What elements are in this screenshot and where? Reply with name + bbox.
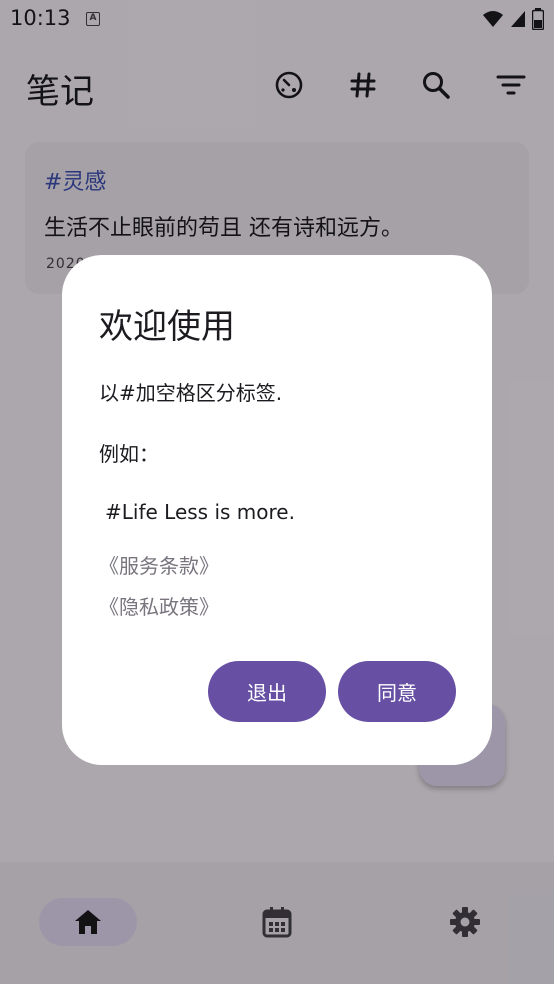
dialog-example-label: 例如： (99, 442, 159, 466)
dialog-title: 欢迎使用 (99, 307, 235, 347)
dialog-instruction: 以#加空格区分标签. (99, 381, 283, 405)
app-screen: 10:13 A 笔记 #灵感 生活不止眼前的苟且 还有诗和远方。 2020 欢迎… (0, 0, 554, 984)
welcome-dialog: 欢迎使用 以#加空格区分标签. 例如： #Life Less is more. … (62, 255, 492, 765)
terms-link[interactable]: 《服务条款》 (99, 550, 219, 579)
agree-button[interactable]: 同意 (338, 661, 456, 722)
dialog-example: #Life Less is more. (105, 500, 295, 524)
exit-button[interactable]: 退出 (208, 661, 326, 722)
privacy-link[interactable]: 《隐私政策》 (99, 591, 219, 620)
